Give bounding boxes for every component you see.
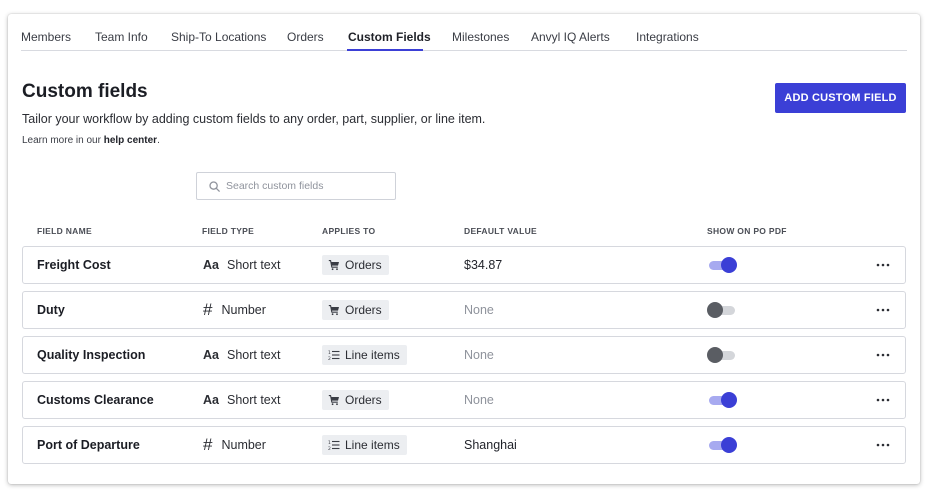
applies-to: 1 2 Line items bbox=[322, 337, 407, 373]
number-type-icon: # bbox=[203, 435, 213, 454]
text-type-icon: Aa bbox=[203, 348, 219, 362]
table-row[interactable]: Duty # Number Orders None bbox=[22, 291, 906, 329]
show-on-pdf-cell bbox=[707, 337, 737, 373]
applies-to-label: Orders bbox=[345, 393, 382, 407]
more-options-icon[interactable] bbox=[871, 382, 895, 418]
tab-ship-to-locations[interactable]: Ship-To Locations bbox=[171, 30, 266, 44]
applies-to-chip: Orders bbox=[322, 255, 389, 275]
default-value: None bbox=[464, 393, 494, 407]
list-icon: 12 bbox=[328, 349, 340, 361]
field-type-label: Short text bbox=[226, 258, 281, 272]
number-type-icon: # bbox=[203, 300, 213, 319]
settings-window: Members Team Info Ship-To Locations Orde… bbox=[8, 14, 920, 484]
field-type: # Number bbox=[203, 427, 266, 463]
table-row[interactable]: Freight Cost Aa Short text Orders $34.87 bbox=[22, 246, 906, 284]
field-type-label: Short text bbox=[226, 348, 281, 362]
page-subtitle: Tailor your workflow by adding custom fi… bbox=[22, 112, 486, 126]
cart-icon bbox=[328, 304, 340, 316]
applies-to: 1 2 Line items bbox=[322, 427, 407, 463]
active-tab-indicator bbox=[347, 49, 423, 51]
learn-more-suffix: . bbox=[157, 135, 160, 146]
tab-anvyl-iq-alerts[interactable]: Anvyl IQ Alerts bbox=[531, 30, 610, 44]
show-on-pdf-toggle[interactable] bbox=[707, 347, 737, 363]
more-options-icon[interactable] bbox=[871, 427, 895, 463]
applies-to-label: Orders bbox=[345, 303, 382, 317]
column-header-field-type: FIELD TYPE bbox=[202, 226, 255, 236]
more-options-icon[interactable] bbox=[871, 247, 895, 283]
show-on-pdf-cell bbox=[707, 247, 737, 283]
column-header-field-name: FIELD NAME bbox=[37, 226, 92, 236]
field-type: Aa Short text bbox=[203, 247, 280, 283]
show-on-pdf-toggle[interactable] bbox=[707, 257, 737, 273]
field-name: Freight Cost bbox=[37, 258, 111, 272]
column-header-show-on-po-pdf: SHOW ON PO PDF bbox=[707, 226, 787, 236]
page-title: Custom fields bbox=[22, 81, 148, 102]
tab-team-info[interactable]: Team Info bbox=[95, 30, 148, 44]
applies-to: Orders bbox=[322, 292, 389, 328]
svg-text:1: 1 bbox=[328, 440, 331, 446]
tab-members[interactable]: Members bbox=[21, 30, 71, 44]
applies-to-chip: 1 2 Line items bbox=[322, 435, 407, 455]
learn-more-prefix: Learn more in our bbox=[22, 135, 101, 146]
column-header-default-value: DEFAULT VALUE bbox=[464, 226, 537, 236]
show-on-pdf-cell bbox=[707, 427, 737, 463]
show-on-pdf-toggle[interactable] bbox=[707, 302, 737, 318]
applies-to-chip: Orders bbox=[322, 300, 389, 320]
table-row[interactable]: Customs Clearance Aa Short text Orders No… bbox=[22, 381, 906, 419]
show-on-pdf-cell bbox=[707, 382, 737, 418]
field-type: Aa Short text bbox=[203, 382, 280, 418]
text-type-icon: Aa bbox=[203, 258, 219, 272]
applies-to: Orders bbox=[322, 247, 389, 283]
more-options-icon[interactable] bbox=[871, 292, 895, 328]
field-name: Quality Inspection bbox=[37, 348, 146, 362]
text-type-icon: Aa bbox=[203, 393, 219, 407]
applies-to-label: Line items bbox=[345, 348, 400, 362]
tab-custom-fields[interactable]: Custom Fields bbox=[348, 30, 431, 44]
cart-icon bbox=[328, 259, 340, 271]
tab-milestones[interactable]: Milestones bbox=[452, 30, 509, 44]
field-type-label: Number bbox=[221, 303, 266, 317]
applies-to-chip: Orders bbox=[322, 390, 389, 410]
field-type: Aa Short text bbox=[203, 337, 280, 373]
applies-to-label: Line items bbox=[345, 438, 400, 452]
search-input[interactable] bbox=[226, 180, 386, 192]
applies-to: Orders bbox=[322, 382, 389, 418]
show-on-pdf-toggle[interactable] bbox=[707, 392, 737, 408]
field-name: Customs Clearance bbox=[37, 393, 154, 407]
more-options-icon[interactable] bbox=[871, 337, 895, 373]
help-center-link[interactable]: help center bbox=[104, 135, 157, 146]
field-name: Duty bbox=[37, 303, 65, 317]
table-row[interactable]: Quality Inspection Aa Short text 1 2 Line i… bbox=[22, 336, 906, 374]
learn-more-text: Learn more in our help center. bbox=[22, 135, 160, 146]
svg-text:1: 1 bbox=[328, 350, 331, 356]
field-name: Port of Departure bbox=[37, 438, 140, 452]
table-row[interactable]: Port of Departure # Number 1 2 Line items S… bbox=[22, 426, 906, 464]
default-value: None bbox=[464, 303, 494, 317]
show-on-pdf-cell bbox=[707, 292, 737, 328]
settings-tabs: Members Team Info Ship-To Locations Orde… bbox=[21, 14, 907, 51]
search-icon bbox=[207, 179, 221, 193]
applies-to-label: Orders bbox=[345, 258, 382, 272]
cart-icon bbox=[328, 394, 340, 406]
field-type: # Number bbox=[203, 292, 266, 328]
field-type-label: Number bbox=[221, 438, 266, 452]
add-custom-field-button[interactable]: ADD CUSTOM FIELD bbox=[775, 83, 906, 113]
applies-to-chip: 1 2 Line items bbox=[322, 345, 407, 365]
tab-orders[interactable]: Orders bbox=[287, 30, 324, 44]
default-value: None bbox=[464, 348, 494, 362]
field-type-label: Short text bbox=[226, 393, 281, 407]
show-on-pdf-toggle[interactable] bbox=[707, 437, 737, 453]
search-box[interactable] bbox=[196, 172, 396, 200]
list-icon: 12 bbox=[328, 439, 340, 451]
svg-text:2: 2 bbox=[328, 446, 331, 451]
tab-integrations[interactable]: Integrations bbox=[636, 30, 699, 44]
svg-text:2: 2 bbox=[328, 356, 331, 361]
column-header-applies-to: APPLIES TO bbox=[322, 226, 376, 236]
default-value: $34.87 bbox=[464, 258, 503, 272]
default-value: Shanghai bbox=[464, 438, 517, 452]
